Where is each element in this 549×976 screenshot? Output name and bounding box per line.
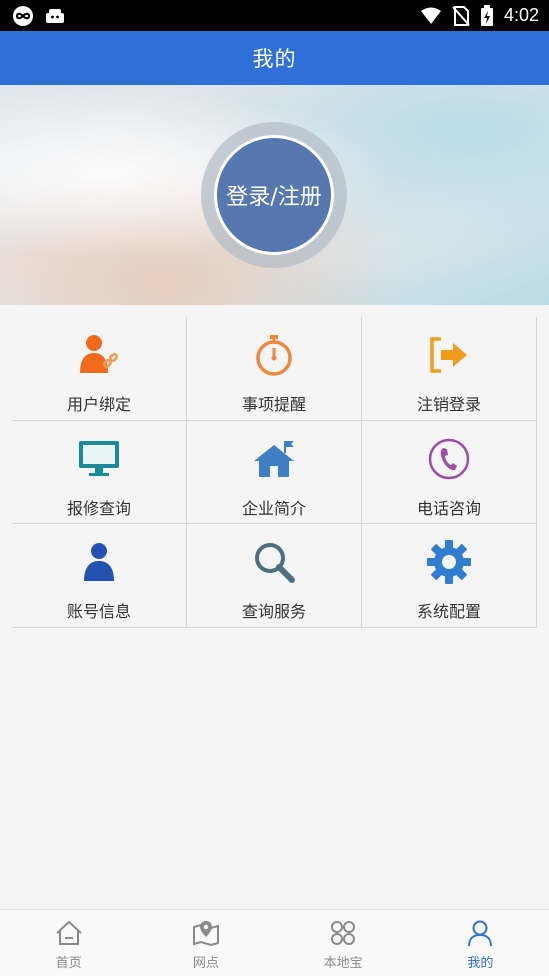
- monitor-icon: [75, 435, 123, 483]
- page-title: 我的: [252, 47, 297, 71]
- bottom-nav: 首页 网点 本地宝 我的: [0, 909, 549, 976]
- battery-icon: [480, 4, 494, 27]
- grid-item-repair-query[interactable]: 报修查询: [12, 420, 187, 524]
- stopwatch-icon: [250, 331, 298, 379]
- profile-icon: [465, 918, 495, 948]
- magnifier-icon: [250, 538, 298, 586]
- grid-item-label: 事项提醒: [241, 395, 306, 414]
- grid-item-query-service[interactable]: 查询服务: [187, 524, 362, 628]
- infinity-icon: [12, 5, 34, 27]
- android-icon: [44, 7, 66, 25]
- clock: 4:02: [503, 5, 539, 25]
- grid-item-account-info[interactable]: 账号信息: [12, 524, 187, 628]
- user-link-icon: [75, 331, 123, 379]
- logout-icon: [425, 331, 473, 379]
- function-grid: 用户绑定 事项提醒 注销登录 报修查询 企业简介 电话咨询 账号信息 查询服务 …: [12, 317, 537, 628]
- nav-tab-outlets[interactable]: 网点: [137, 910, 274, 976]
- grid-item-label: 注销登录: [416, 395, 481, 414]
- nav-tab-mine[interactable]: 我的: [412, 910, 549, 976]
- grid-item-label: 系统配置: [416, 602, 481, 621]
- grid-item-label: 账号信息: [66, 602, 131, 621]
- login-register-label: 登录/注册: [226, 185, 322, 210]
- nav-tab-home[interactable]: 首页: [0, 910, 137, 976]
- grid-item-system-config[interactable]: 系统配置: [362, 524, 537, 628]
- status-bar: 4:02: [0, 0, 549, 31]
- person-icon: [75, 538, 123, 586]
- home-icon: [54, 918, 84, 948]
- nav-tab-label: 网点: [192, 956, 219, 971]
- nav-tab-label: 首页: [55, 956, 82, 971]
- login-register-button[interactable]: 登录/注册: [214, 135, 334, 255]
- wifi-icon: [420, 7, 442, 25]
- grid-item-logout[interactable]: 注销登录: [362, 317, 537, 421]
- grid-item-label: 查询服务: [241, 602, 306, 621]
- grid-item-company-profile[interactable]: 企业简介: [187, 420, 362, 524]
- map-pin-icon: [191, 918, 221, 948]
- no-sim-icon: [452, 5, 470, 26]
- nav-tab-local[interactable]: 本地宝: [275, 910, 412, 976]
- grid-item-label: 电话咨询: [416, 498, 481, 518]
- grid-item-label: 用户绑定: [66, 395, 131, 414]
- grid-item-label: 企业简介: [241, 498, 306, 518]
- phone-icon: [425, 435, 473, 483]
- nav-tab-label: 本地宝: [323, 956, 363, 971]
- grid-item-phone-consult[interactable]: 电话咨询: [362, 420, 537, 524]
- grid-item-reminders[interactable]: 事项提醒: [187, 317, 362, 421]
- avatar-ring: 登录/注册: [201, 122, 347, 268]
- gear-icon: [425, 538, 473, 586]
- nav-tab-label: 我的: [467, 956, 494, 971]
- grid-item-user-binding[interactable]: 用户绑定: [12, 317, 187, 421]
- grid-item-label: 报修查询: [66, 498, 131, 518]
- house-icon: [250, 435, 298, 483]
- app-header: 我的: [0, 31, 549, 85]
- profile-banner: 登录/注册: [0, 85, 549, 305]
- four-petal-icon: [328, 918, 358, 948]
